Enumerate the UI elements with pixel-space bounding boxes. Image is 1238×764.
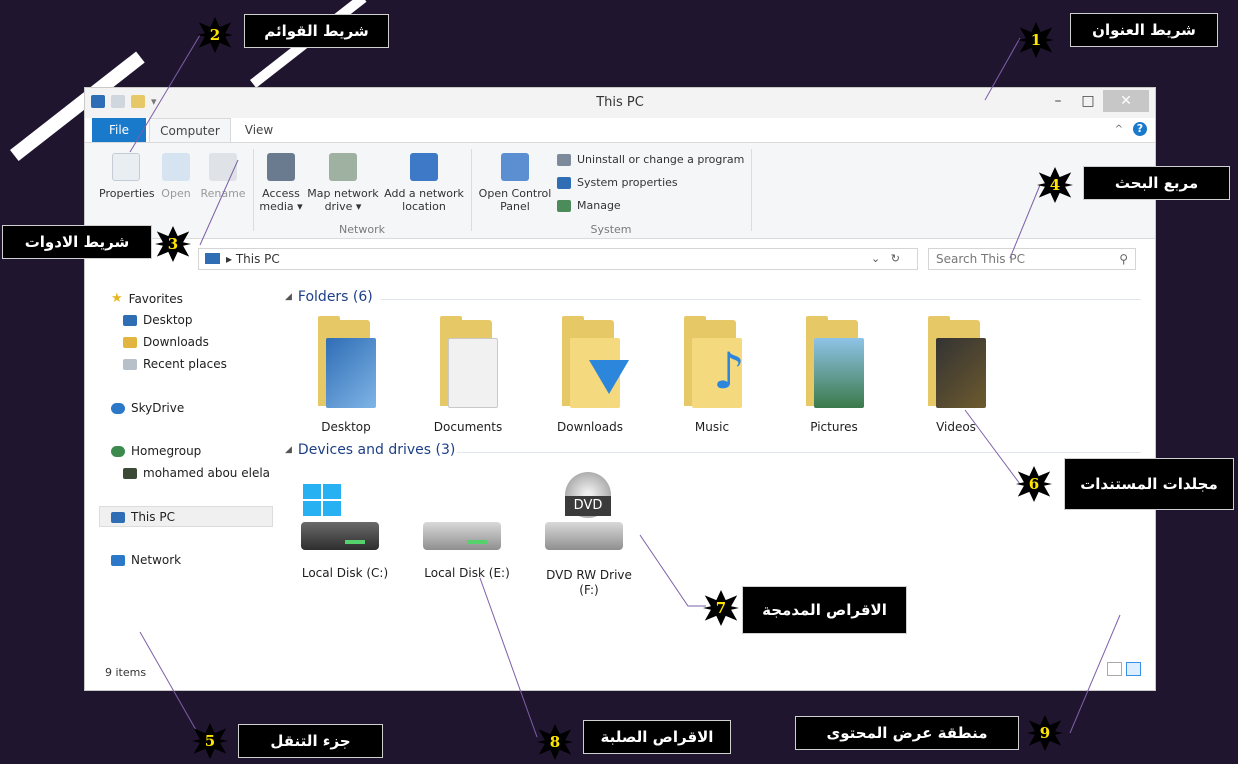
callout-5-badge: 5 <box>192 723 228 759</box>
callout-number: 6 <box>1028 475 1040 493</box>
callout-number: 3 <box>167 235 179 253</box>
callout-hard-drives: الاقراص الصلبة <box>583 720 731 754</box>
callout-9-badge: 9 <box>1027 715 1063 751</box>
callout-number: 8 <box>549 733 561 751</box>
callout-number: 5 <box>204 732 216 750</box>
callout-7-badge: 7 <box>703 590 739 626</box>
leader-line-3 <box>199 159 239 246</box>
leader-line-9 <box>1069 614 1121 734</box>
leader-line-8 <box>479 577 538 738</box>
callout-navigation-pane: جزء التنقل <box>238 724 383 758</box>
callout-number: 7 <box>715 599 727 617</box>
callout-2-badge: 2 <box>197 17 233 53</box>
callout-number: 2 <box>209 26 221 44</box>
leader-line-7 <box>639 534 706 607</box>
callout-4-badge: 4 <box>1037 167 1073 203</box>
callout-toolbar: شريط الادوات <box>2 225 152 259</box>
callout-menu-bar: شريط القوائم <box>244 14 389 48</box>
leader-line-5 <box>139 631 201 738</box>
leader-line-1 <box>984 37 1021 101</box>
callout-title-bar: شريط العنوان <box>1070 13 1218 47</box>
callout-content-area: منطقة عرض المحتوى <box>795 716 1019 750</box>
callout-1-badge: 1 <box>1018 22 1054 58</box>
leader-line-2 <box>129 34 201 153</box>
callout-number: 9 <box>1039 724 1051 742</box>
callout-optical-drives: الاقراص المدمجة <box>742 586 907 634</box>
callout-number: 4 <box>1049 176 1061 194</box>
callout-leader-lines <box>129 34 1121 738</box>
callout-3-badge: 3 <box>155 226 191 262</box>
callout-number: 1 <box>1030 31 1042 49</box>
callout-8-badge: 8 <box>537 724 573 760</box>
callout-document-folders: مجلدات المستندات <box>1064 458 1234 510</box>
leader-line-6 <box>964 409 1021 485</box>
callout-search-box: مربع البحث <box>1083 166 1230 200</box>
callout-6-badge: 6 <box>1016 466 1052 502</box>
leader-line-4 <box>1009 184 1041 259</box>
